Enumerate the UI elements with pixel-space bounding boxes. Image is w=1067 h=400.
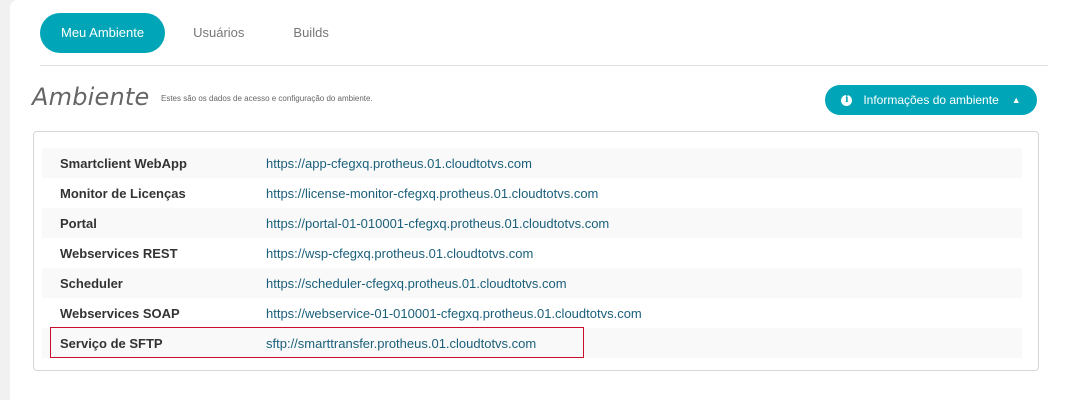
service-label: Scheduler — [60, 275, 123, 291]
service-label: Smartclient WebApp — [60, 155, 187, 171]
service-row: Serviço de SFTP sftp://smarttransfer.pro… — [42, 328, 1022, 358]
service-row: Portal https://portal-01-010001-cfegxq.p… — [42, 208, 1022, 238]
tab-divider — [40, 65, 1048, 66]
service-label: Portal — [60, 215, 97, 231]
service-label: Serviço de SFTP — [60, 335, 163, 351]
service-url[interactable]: https://wsp-cfegxq.protheus.01.cloudtotv… — [266, 246, 533, 261]
tab-builds[interactable]: Builds — [272, 13, 349, 53]
environment-info-button[interactable]: i Informações do ambiente ▲ — [825, 85, 1037, 115]
service-url[interactable]: https://webservice-01-010001-cfegxq.prot… — [266, 306, 642, 321]
service-url[interactable]: https://license-monitor-cfegxq.protheus.… — [266, 186, 598, 201]
page-title: Ambiente — [32, 83, 150, 111]
service-url[interactable]: https://app-cfegxq.protheus.01.cloudtotv… — [266, 156, 532, 171]
service-row: Smartclient WebApp https://app-cfegxq.pr… — [42, 148, 1022, 178]
service-row: Webservices REST https://wsp-cfegxq.prot… — [42, 238, 1022, 268]
service-url[interactable]: sftp://smarttransfer.protheus.01.cloudto… — [266, 336, 536, 351]
tab-bar: Meu Ambiente Usuários Builds — [40, 13, 357, 53]
service-label: Webservices SOAP — [60, 305, 180, 321]
service-url[interactable]: https://portal-01-010001-cfegxq.protheus… — [266, 216, 609, 231]
service-row: Scheduler https://scheduler-cfegxq.proth… — [42, 268, 1022, 298]
chevron-up-icon: ▲ — [1011, 95, 1021, 105]
tab-meu-ambiente[interactable]: Meu Ambiente — [40, 13, 166, 53]
tab-usuarios[interactable]: Usuários — [172, 13, 265, 53]
info-icon: i — [841, 94, 853, 106]
service-url[interactable]: https://scheduler-cfegxq.protheus.01.clo… — [266, 276, 567, 291]
service-label: Monitor de Licenças — [60, 185, 186, 201]
service-list: Smartclient WebApp https://app-cfegxq.pr… — [42, 148, 1022, 358]
service-row: Monitor de Licenças https://license-moni… — [42, 178, 1022, 208]
page-subtitle: Estes são os dados de acesso e configura… — [161, 94, 373, 103]
environment-info-panel: Smartclient WebApp https://app-cfegxq.pr… — [33, 131, 1039, 371]
environment-info-label: Informações do ambiente — [863, 93, 999, 107]
service-row: Webservices SOAP https://webservice-01-0… — [42, 298, 1022, 328]
service-label: Webservices REST — [60, 245, 178, 261]
